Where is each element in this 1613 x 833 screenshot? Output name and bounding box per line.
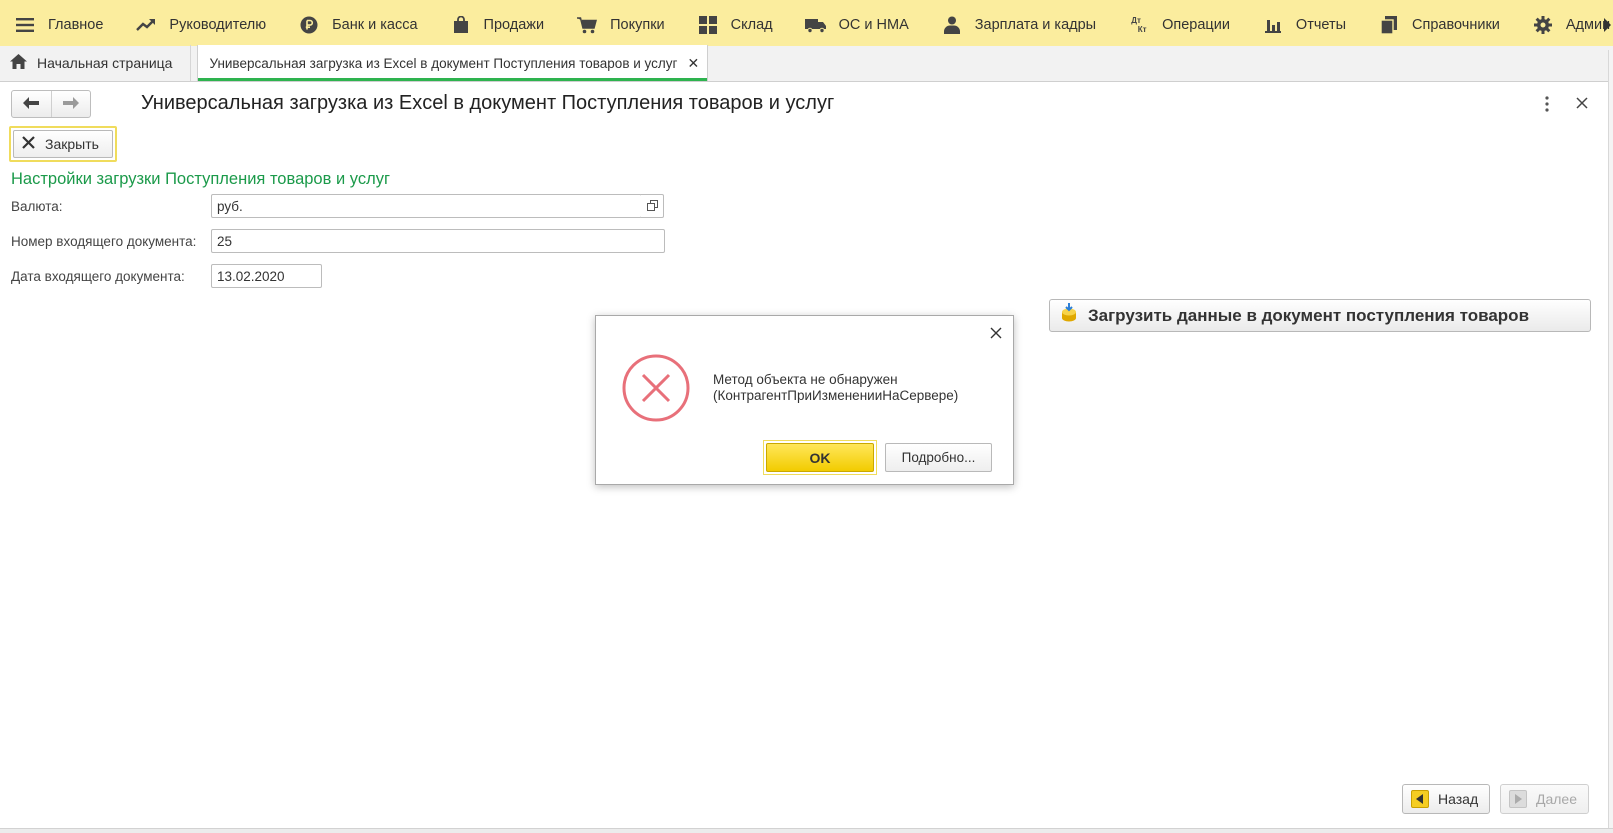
error-icon — [621, 353, 691, 423]
menu-item-label: Справочники — [1412, 16, 1500, 33]
open-currency-button[interactable] — [641, 194, 664, 218]
close-button-label: Закрыть — [45, 136, 99, 152]
back-nav-button[interactable] — [12, 91, 51, 117]
doc-date-input[interactable]: 13.02.2020 — [211, 264, 322, 288]
error-message-line1: Метод объекта не обнаружен — [713, 372, 898, 387]
menu-item-label: Зарплата и кадры — [974, 16, 1097, 33]
person-icon — [941, 14, 963, 36]
dt-kt-icon: Дт Кт — [1128, 14, 1150, 36]
dt-label: Дт — [1131, 15, 1141, 25]
books-icon — [1378, 14, 1400, 36]
main-menu-bar: Главное Руководителю Банк и касса Продаж… — [0, 0, 1613, 50]
error-dialog: Метод объекта не обнаружен (КонтрагентПр… — [595, 315, 1014, 485]
truck-icon — [804, 14, 827, 36]
menu-item-warehouse[interactable]: Склад — [681, 0, 789, 49]
close-button-face: Закрыть — [13, 130, 113, 158]
arrow-right-icon — [62, 96, 79, 112]
menu-item-manager[interactable]: Руководителю — [119, 0, 282, 49]
doc-number-input[interactable]: 25 — [211, 229, 665, 253]
tab-home[interactable]: Начальная страница — [0, 45, 192, 81]
doc-date-label: Дата входящего документа: — [11, 269, 185, 284]
form-close-icon[interactable] — [1574, 95, 1590, 111]
tab-active-label: Универсальная загрузка из Excel в докуме… — [209, 55, 678, 71]
tabs-bar: Начальная страница Универсальная загрузк… — [0, 45, 1613, 82]
hamburger-icon — [14, 14, 36, 36]
history-nav — [11, 90, 91, 118]
menu-scroll-right-icon[interactable] — [1604, 18, 1611, 32]
shopping-bag-icon — [450, 14, 472, 36]
menu-item-purchases[interactable]: Покупки — [560, 0, 681, 49]
trend-up-icon — [135, 14, 157, 36]
arrow-next-icon — [1509, 790, 1527, 808]
home-icon — [10, 54, 27, 72]
arrow-back-icon — [1411, 790, 1429, 808]
ruble-coin-icon — [298, 14, 320, 36]
menu-item-label: Отчеты — [1295, 16, 1347, 33]
tab-close-icon[interactable]: ✕ — [687, 55, 699, 72]
menu-item-salary[interactable]: Зарплата и кадры — [925, 0, 1112, 49]
load-data-button-label: Загрузить данные в документ поступления … — [1088, 305, 1530, 325]
section-title: Настройки загрузки Поступления товаров и… — [11, 170, 390, 188]
open-window-icon — [646, 198, 658, 214]
ok-button-face: OK — [766, 443, 874, 472]
menu-item-label: Руководителю — [169, 16, 267, 33]
menu-item-admin[interactable]: Админ — [1516, 0, 1613, 49]
menu-item-catalogs[interactable]: Справочники — [1362, 0, 1516, 49]
menu-item-operations[interactable]: Дт Кт Операции — [1112, 0, 1246, 49]
bar-chart-icon — [1262, 14, 1284, 36]
back-button[interactable]: Назад — [1402, 784, 1490, 814]
next-button[interactable]: Далее — [1500, 784, 1589, 814]
menu-item-label: ОС и НМА — [838, 16, 909, 33]
details-button[interactable]: Подробно... — [885, 443, 992, 472]
close-x-icon — [22, 136, 35, 152]
currency-input[interactable]: руб. — [211, 194, 642, 218]
forward-nav-button[interactable] — [50, 91, 91, 117]
menu-item-label: Банк и касса — [332, 16, 418, 33]
more-vertical-icon[interactable] — [1544, 94, 1550, 114]
gear-icon — [1532, 14, 1554, 36]
back-button-label: Назад — [1438, 791, 1479, 807]
menu-item-label: Операции — [1162, 16, 1230, 33]
page-title: Универсальная загрузка из Excel в докуме… — [141, 92, 835, 114]
error-message: Метод объекта не обнаружен (КонтрагентПр… — [713, 372, 958, 404]
vertical-scrollbar[interactable] — [1608, 50, 1613, 833]
tab-universal-import[interactable]: Универсальная загрузка из Excel в докуме… — [197, 45, 709, 81]
status-bar — [0, 828, 1613, 833]
doc-number-label: Номер входящего документа: — [11, 234, 197, 249]
menu-item-label: Главное — [48, 16, 104, 33]
menu-item-label: Продажи — [483, 16, 545, 33]
menu-item-sales[interactable]: Продажи — [434, 0, 561, 49]
database-load-icon — [1060, 303, 1078, 328]
dialog-close-icon[interactable] — [989, 326, 1003, 340]
menu-item-label: Склад — [730, 16, 773, 33]
ok-button[interactable]: OK — [763, 440, 877, 475]
menu-item-reports[interactable]: Отчеты — [1246, 0, 1362, 49]
kt-label: Кт — [1137, 24, 1147, 34]
tab-home-label: Начальная страница — [37, 55, 173, 71]
next-button-label: Далее — [1536, 791, 1578, 807]
grid-icon — [697, 14, 719, 36]
menu-item-bank[interactable]: Банк и касса — [282, 0, 433, 49]
currency-label: Валюта: — [11, 199, 63, 214]
cart-icon — [576, 14, 598, 36]
menu-item-fixed-assets[interactable]: ОС и НМА — [789, 0, 925, 49]
arrow-left-icon — [23, 96, 40, 112]
close-button[interactable]: Закрыть — [9, 126, 117, 162]
load-data-button[interactable]: Загрузить данные в документ поступления … — [1049, 299, 1591, 332]
error-message-line2: (КонтрагентПриИзмененииНаСервере) — [713, 388, 959, 403]
menu-item-main[interactable]: Главное — [0, 0, 119, 49]
menu-item-label: Покупки — [610, 16, 665, 33]
